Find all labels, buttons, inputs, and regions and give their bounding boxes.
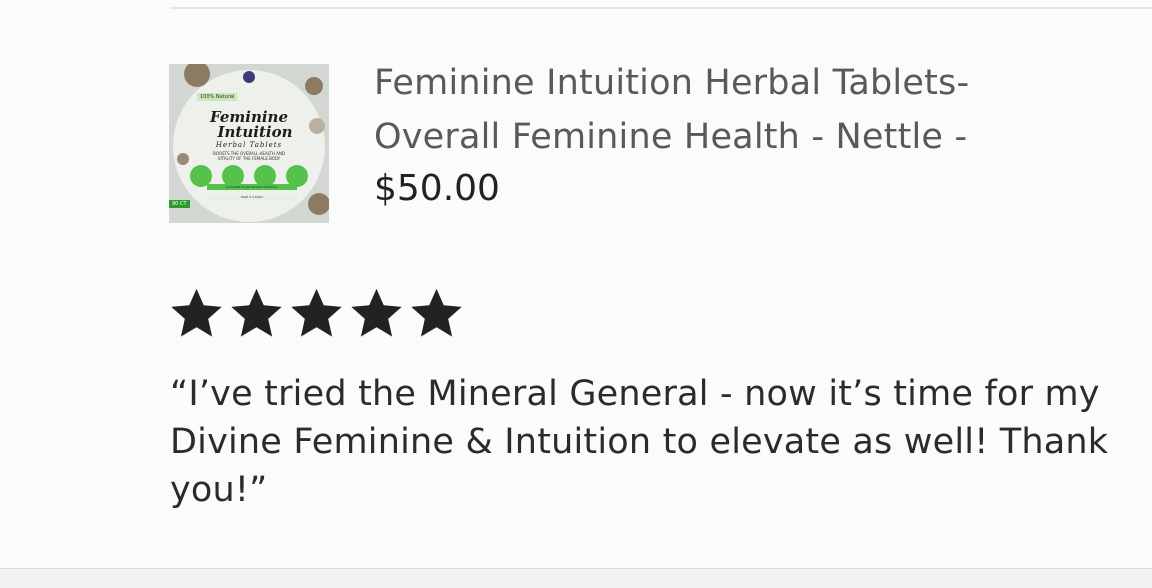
- thumbnail-ribbon: 90 CT: [169, 200, 190, 208]
- star-icon: [351, 288, 402, 337]
- thumbnail-subtitle: Herbal Tablets: [215, 141, 283, 149]
- thumbnail-strip-formula: ALKALINE PLANT BASED FORMULA: [207, 184, 297, 190]
- top-divider: [170, 7, 1152, 9]
- thumbnail-title-line2: Intuition: [217, 123, 293, 141]
- star-rating: [168, 285, 465, 341]
- thumbnail-badge: 100% Natural: [197, 93, 238, 101]
- thumbnail-description-line2: VITALITY OF THE FEMALE BODY: [217, 156, 281, 161]
- star-icon: [231, 288, 282, 337]
- star-icon: [291, 288, 342, 337]
- bottom-divider: [0, 568, 1152, 588]
- product-price: $50.00: [374, 168, 500, 209]
- star-icon: [411, 288, 462, 337]
- star-icon: [171, 288, 222, 337]
- product-thumbnail[interactable]: 100% Natural Feminine Intuition Herbal T…: [169, 64, 329, 223]
- product-title-link[interactable]: Feminine Intuition Herbal Tablets- Overa…: [374, 56, 1094, 164]
- review-text: “I’ve tried the Mineral General - now it…: [170, 374, 1109, 510]
- thumbnail-strip-dosage: TAKE 2-3 DAILY: [207, 194, 297, 200]
